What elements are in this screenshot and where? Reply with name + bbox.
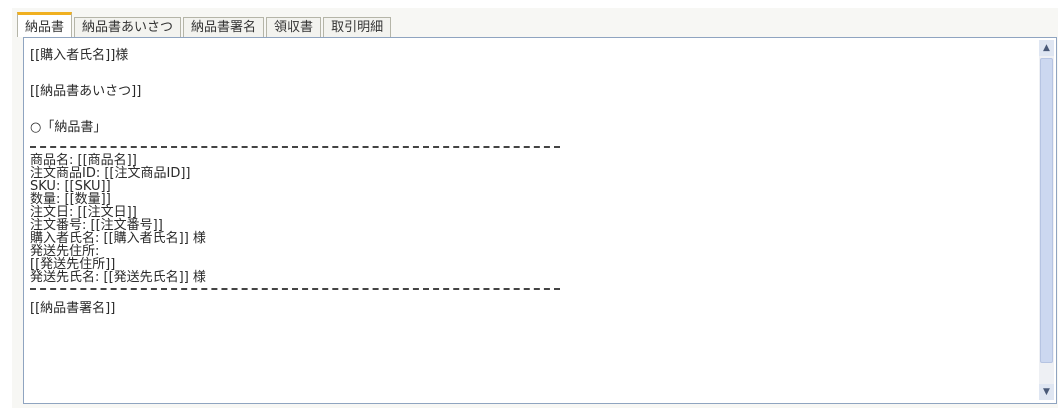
vertical-scrollbar[interactable]: ▲ ▼	[1039, 40, 1054, 400]
tab-receipt[interactable]: 領収書	[266, 17, 322, 37]
template-text-area[interactable]: [[購入者氏名]]様 [[納品書あいさつ]] ○「納品書」 商品名: [[商品名…	[30, 46, 1020, 401]
scrollbar-thumb[interactable]	[1040, 58, 1053, 363]
editor-line: [[納品書あいさつ]]	[30, 84, 142, 99]
editor-line: 数量: [[数量]]	[30, 192, 111, 207]
template-text-editor[interactable]: [[購入者氏名]]様 [[納品書あいさつ]] ○「納品書」 商品名: [[商品名…	[23, 37, 1057, 404]
editor-line: SKU: [[SKU]]	[30, 179, 111, 194]
editor-line: [[購入者氏名]]様	[30, 48, 129, 63]
separator-line	[30, 142, 1020, 154]
tab-transaction-details[interactable]: 取引明細	[323, 17, 392, 37]
editor-line: 発送先住所:	[30, 244, 100, 259]
scroll-up-arrow-icon[interactable]: ▲	[1039, 40, 1054, 56]
scroll-down-arrow-icon[interactable]: ▼	[1039, 384, 1054, 400]
editor-line: 発送先氏名: [[発送先氏名]] 様	[30, 270, 206, 285]
editor-line: 購入者氏名: [[購入者氏名]] 様	[30, 231, 206, 246]
tab-invoice[interactable]: 納品書	[17, 12, 73, 37]
tab-invoice-greeting[interactable]: 納品書あいさつ	[74, 17, 182, 37]
editor-line: 注文日: [[注文日]]	[30, 205, 137, 220]
separator-line	[30, 284, 1020, 296]
tab-invoice-signature[interactable]: 納品書署名	[183, 17, 265, 37]
tab-bar: 納品書 納品書あいさつ 納品書署名 領収書 取引明細	[17, 12, 393, 37]
editor-line: ○「納品書」	[30, 120, 107, 135]
editor-line: 注文商品ID: [[注文商品ID]]	[30, 166, 191, 181]
editor-line: [[納品書署名]]	[30, 301, 116, 316]
